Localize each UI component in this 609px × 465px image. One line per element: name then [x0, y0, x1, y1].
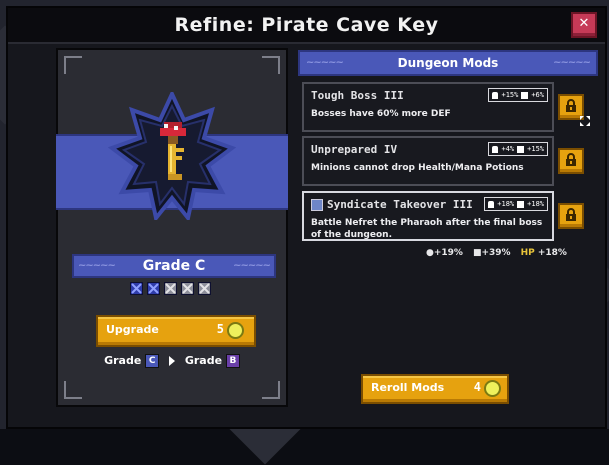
minion-icon — [521, 91, 529, 99]
coin-icon — [484, 380, 501, 397]
from-grade-badge: C — [145, 354, 160, 368]
lock-mod-button[interactable] — [558, 148, 584, 174]
arrow-right-icon — [169, 356, 175, 366]
upgrade-cost: 5 — [216, 322, 224, 336]
padlock-icon — [566, 99, 576, 112]
mod-card[interactable]: Unprepared IV +4% +15% Minions cannot drop … — [302, 136, 554, 186]
grade-pip — [164, 282, 177, 295]
corner-ornament — [64, 381, 82, 399]
mod-stat-tag: +18% +18% — [484, 197, 548, 211]
total-boss: ●+19% — [426, 248, 463, 258]
refine-window: Refine: Pirate Cave Key ✕ ~~~~~ Grade C … — [6, 6, 607, 429]
syndicate-icon — [311, 199, 323, 211]
mod-name: Tough Boss III — [311, 89, 404, 102]
item-badge — [108, 92, 236, 220]
reroll-label: Reroll Mods — [371, 381, 445, 394]
minion-icon — [517, 200, 525, 208]
total-hp: HP +18% — [520, 248, 567, 258]
mod-stat-tag: +15% +6% — [488, 88, 548, 102]
swirl-ornament: ~~~~~ — [233, 260, 271, 271]
close-button[interactable]: ✕ — [571, 12, 597, 38]
item-panel: ~~~~~ Grade C ~~~~~ Upgrade 5 Grade C Gr… — [56, 48, 288, 407]
corner-ornament — [262, 381, 280, 399]
lock-mod-button[interactable] — [558, 203, 584, 229]
from-grade-prefix: Grade — [104, 354, 142, 367]
corner-ornament — [64, 56, 82, 74]
padlock-icon — [566, 153, 576, 166]
boss-icon — [492, 91, 499, 99]
total-minion: ■+39% — [472, 248, 511, 258]
mod-totals: ●+19% ■+39% HP +18% — [426, 248, 567, 258]
mod-description: Minions cannot drop Health/Mana Potions — [311, 163, 524, 173]
coin-icon — [227, 322, 244, 339]
grade-pip — [198, 282, 211, 295]
upgrade-button[interactable]: Upgrade 5 — [96, 315, 256, 347]
minion-icon — [517, 145, 525, 153]
upgrade-label: Upgrade — [106, 323, 159, 336]
grade-pip — [181, 282, 194, 295]
mod-stat-tag: +4% +15% — [488, 142, 548, 156]
mod-card[interactable]: Syndicate Takeover III +18% +18% Battle Nef… — [302, 191, 554, 241]
mod-description: Battle Nefret the Pharaoh after the fina… — [311, 218, 543, 240]
mods-header-label: Dungeon Mods — [397, 56, 499, 70]
swirl-ornament: ~~~~~ — [553, 57, 591, 68]
to-grade-prefix: Grade — [184, 354, 223, 367]
to-grade-badge: B — [225, 354, 240, 368]
grade-transition: Grade C Grade B — [58, 354, 286, 368]
cursor-icon — [580, 116, 590, 126]
mod-description: Bosses have 60% more DEF — [311, 109, 451, 119]
boss-icon — [488, 200, 495, 208]
grade-progress-pips — [130, 282, 211, 295]
swirl-ornament: ~~~~~ — [306, 57, 344, 68]
reroll-mods-button[interactable]: Reroll Mods 4 — [361, 374, 509, 404]
mod-name: Unprepared IV — [311, 143, 398, 156]
x-icon: ✕ — [578, 16, 590, 31]
reroll-cost: 4 — [473, 380, 481, 394]
mod-name: Syndicate Takeover III — [311, 198, 473, 211]
boss-icon — [492, 145, 499, 153]
corner-ornament — [262, 56, 280, 74]
padlock-icon — [566, 208, 576, 221]
swirl-ornament: ~~~~~ — [78, 260, 116, 271]
grade-banner: ~~~~~ Grade C ~~~~~ — [72, 254, 276, 278]
grade-label: Grade C — [142, 258, 206, 274]
dungeon-mods-header: ~~~~~ Dungeon Mods ~~~~~ — [298, 50, 598, 76]
window-title: Refine: Pirate Cave Key — [8, 8, 605, 44]
grade-pip — [130, 282, 143, 295]
mod-card[interactable]: Tough Boss III +15% +6% Bosses have 60% mor… — [302, 82, 554, 132]
grade-pip — [147, 282, 160, 295]
